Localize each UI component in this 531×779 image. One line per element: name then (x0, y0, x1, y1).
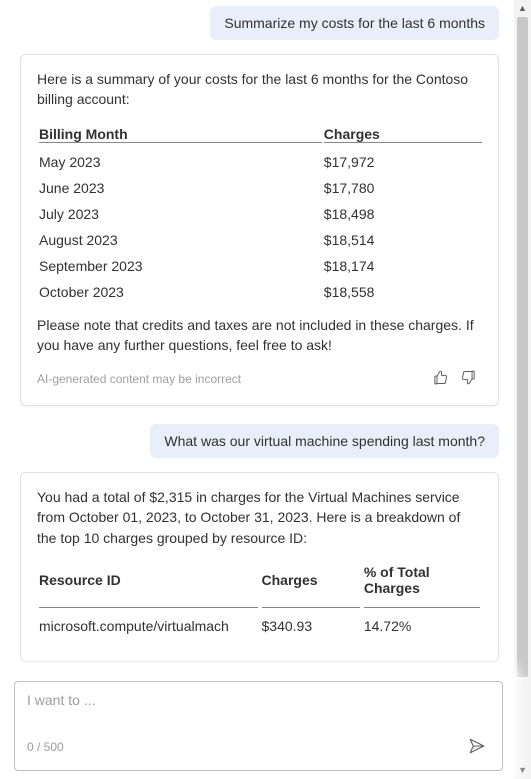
chat-input[interactable]: I want to ... 0 / 500 (14, 681, 503, 771)
thumbs-down-button[interactable] (454, 365, 482, 393)
costs-table: Billing Month Charges May 2023$17,972 Ju… (37, 120, 482, 305)
assistant-intro: Here is a summary of your costs for the … (37, 69, 482, 110)
thumbs-up-icon (432, 369, 449, 389)
ai-disclaimer: AI-generated content may be incorrect (37, 372, 426, 386)
assistant-message-card: Here is a summary of your costs for the … (20, 54, 499, 406)
thumbs-down-icon (460, 369, 477, 389)
scrollbar-track[interactable] (514, 17, 531, 762)
vertical-scrollbar[interactable]: ▲ ▼ (514, 0, 531, 779)
user-message: Summarize my costs for the last 6 months (210, 6, 499, 40)
col-header-pct: % of Total Charges (364, 564, 430, 596)
table-row: October 2023$18,558 (37, 279, 482, 305)
table-row: August 2023$18,514 (37, 227, 482, 253)
col-header-month: Billing Month (39, 126, 128, 142)
col-header-charges: Charges (262, 572, 318, 588)
assistant-message-card: You had a total of $2,315 in charges for… (20, 472, 499, 662)
col-header-charges: Charges (324, 126, 380, 142)
input-placeholder: I want to ... (27, 692, 490, 708)
assistant-footnote: Please note that credits and taxes are n… (37, 315, 482, 356)
table-row: September 2023$18,174 (37, 253, 482, 279)
user-message: What was our virtual machine spending la… (150, 424, 499, 458)
send-button[interactable] (464, 734, 490, 760)
thumbs-up-button[interactable] (426, 365, 454, 393)
resource-table: Resource ID Charges % of Total Charges m… (37, 558, 482, 639)
chat-transcript: Summarize my costs for the last 6 months… (0, 0, 514, 779)
table-row: June 2023$17,780 (37, 175, 482, 201)
col-header-resource: Resource ID (39, 572, 121, 588)
send-icon (468, 737, 486, 758)
scroll-up-icon[interactable]: ▲ (514, 0, 531, 17)
table-row: May 2023$17,972 (37, 149, 482, 175)
assistant-intro: You had a total of $2,315 in charges for… (37, 487, 482, 548)
table-row: microsoft.compute/virtualmach $340.93 14… (37, 613, 482, 639)
char-counter: 0 / 500 (27, 740, 64, 754)
scrollbar-thumb[interactable] (517, 17, 528, 677)
table-row: July 2023$18,498 (37, 201, 482, 227)
scroll-down-icon[interactable]: ▼ (514, 762, 531, 779)
